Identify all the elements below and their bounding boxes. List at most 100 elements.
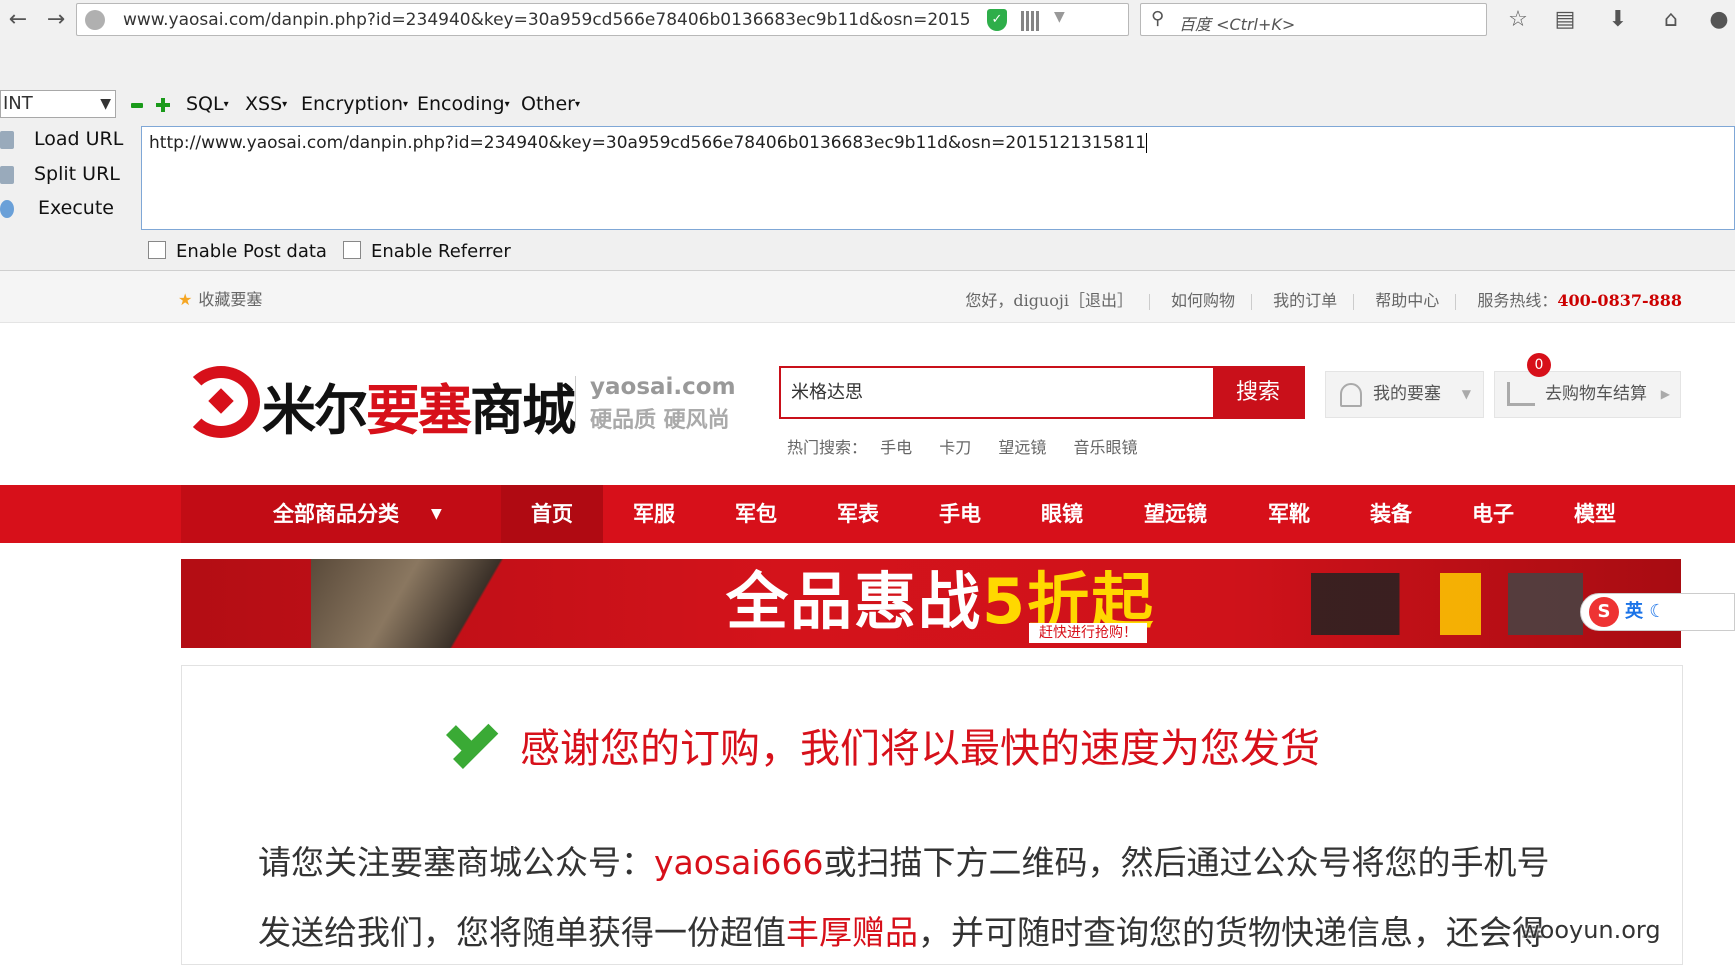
site-topbar: ★ 收藏要塞 您好，diguoji［退出］ 如何购物 我的订单 帮助中心 服务热线… (0, 271, 1735, 323)
back-icon[interactable]: ← (4, 6, 32, 34)
menu-sql[interactable]: SQL▾ (186, 93, 229, 115)
chevron-down-icon: ▼ (1461, 387, 1471, 401)
minus-icon[interactable] (131, 103, 143, 108)
menu-xss[interactable]: XSS▾ (245, 93, 287, 115)
hot-search-word[interactable]: 手电 (880, 438, 912, 457)
load-url-icon (0, 130, 14, 149)
download-icon[interactable]: ⬇ (1603, 5, 1633, 35)
checkbox-box[interactable] (148, 241, 166, 259)
promo-banner[interactable]: 全品惠战5折起 赶快进行抢购！ (181, 559, 1681, 648)
cart-label: 去购物车结算 (1545, 384, 1647, 404)
link-how-to-shop[interactable]: 如何购物 (1171, 291, 1235, 310)
chevron-down-icon: ▼ (431, 506, 442, 522)
watermark: wooyun.org (1520, 916, 1661, 944)
site-logo[interactable]: 米尔要塞商城 yaosai.com 硬品质 硬风尚 (182, 360, 742, 442)
split-url-icon (0, 165, 14, 184)
my-account-label: 我的要塞 (1373, 384, 1441, 404)
shield-icon[interactable]: ✓ (987, 9, 1007, 31)
greeting[interactable]: 您好，diguoji［退出］ (965, 291, 1133, 310)
category-nav: 全部商品分类 ▼ 首页 军服 军包 军表 手电 眼镜 望远镜 军靴 装备 电子 … (0, 485, 1735, 543)
logo-mark-icon (182, 366, 260, 438)
star-icon: ★ (178, 290, 193, 309)
banner-subtitle: 赶快进行抢购！ (1029, 623, 1147, 643)
logo-domain: yaosai.com (590, 374, 736, 400)
site-search-button[interactable]: 搜索 (1213, 368, 1303, 417)
ime-mode: 英 (1625, 601, 1643, 622)
logo-slogan: 硬品质 硬风尚 (590, 408, 730, 433)
chevron-right-icon: ▶ (1660, 387, 1670, 401)
cart-button[interactable]: 去购物车结算 ▶ (1494, 371, 1681, 418)
checkbox-box[interactable] (343, 241, 361, 259)
hackbar-type-select[interactable]: INT ▼ (0, 90, 116, 118)
thanks-message: 感谢您的订购，我们将以最快的速度为您发货 (520, 726, 1320, 772)
menu-other[interactable]: Other▾ (521, 93, 580, 115)
hot-searches: 热门搜索： 手电 卡刀 望远镜 音乐眼镜 (787, 434, 1137, 458)
order-thanks-panel: 感谢您的订购，我们将以最快的速度为您发货 请您关注要塞商城公众号：yaosai6… (181, 665, 1683, 965)
link-my-orders[interactable]: 我的订单 (1273, 291, 1337, 310)
nav-item[interactable]: 电子 (1442, 485, 1544, 543)
hackbar-panel: INT ▼ SQL▾ XSS▾ Encryption▾ Encoding▾ Ot… (0, 40, 1735, 271)
nav-item[interactable]: 望远镜 (1113, 485, 1238, 543)
nav-item[interactable]: 装备 (1340, 485, 1442, 543)
checkmark-icon (442, 721, 500, 761)
search-bar[interactable]: ⚲ 百度 <Ctrl+K> (1140, 3, 1487, 36)
sogou-icon: S (1589, 597, 1619, 627)
follow-paragraph-line1: 请您关注要塞商城公众号：yaosai666或扫描下方二维码，然后通过公众号将您的… (258, 843, 1550, 882)
my-account-button[interactable]: 我的要塞 ▼ (1325, 371, 1484, 418)
hot-search-label: 热门搜索： (787, 438, 868, 457)
cart-count-badge: 0 (1527, 353, 1551, 377)
follow-paragraph-line2: 发送给我们，您将随单获得一份超值丰厚赠品，并可随时查询您的货物快递信息，还会得 (258, 913, 1545, 952)
globe-icon (85, 10, 105, 30)
enable-referrer-checkbox[interactable]: Enable Referrer (343, 241, 511, 262)
bookmark-star-icon[interactable]: ☆ (1503, 5, 1533, 35)
nav-item[interactable]: 眼镜 (1011, 485, 1113, 543)
nav-item[interactable]: 军表 (807, 485, 909, 543)
top-links: 您好，diguoji［退出］ 如何购物 我的订单 帮助中心 服务热线：400-0… (965, 287, 1682, 311)
address-text[interactable]: www.yaosai.com/danpin.php?id=234940&key=… (123, 10, 1053, 30)
hackbar-url-textarea[interactable]: http://www.yaosai.com/danpin.php?id=2349… (141, 126, 1735, 230)
banner-soldier-image (311, 559, 531, 648)
load-url-button[interactable]: Load URL (0, 128, 123, 150)
enable-post-data-checkbox[interactable]: Enable Post data (148, 241, 327, 262)
site-search-input[interactable]: 米格达思 (781, 368, 1213, 417)
logo-text: 米尔要塞商城 (262, 379, 576, 442)
nav-item[interactable]: 手电 (909, 485, 1011, 543)
execute-icon (0, 199, 14, 218)
site-search-box: 米格达思 搜索 (779, 366, 1305, 419)
nav-item[interactable]: 模型 (1544, 485, 1646, 543)
all-categories-label: 全部商品分类 (273, 502, 399, 526)
hot-search-word[interactable]: 卡刀 (939, 438, 971, 457)
hotline-label: 服务热线： (1477, 291, 1558, 310)
ime-toolbar[interactable]: S英 ☾ (1580, 593, 1735, 631)
dropdown-icon[interactable]: ▼ (1054, 9, 1065, 25)
hot-search-word[interactable]: 音乐眼镜 (1073, 438, 1137, 457)
link-help-center[interactable]: 帮助中心 (1375, 291, 1439, 310)
home-icon[interactable]: ⌂ (1656, 5, 1686, 35)
split-url-button[interactable]: Split URL (0, 163, 120, 185)
all-categories-menu[interactable]: 全部商品分类 ▼ (181, 485, 501, 543)
qr-code-icon[interactable] (1021, 11, 1041, 31)
favorite-link[interactable]: ★ 收藏要塞 (178, 286, 262, 310)
search-placeholder: 百度 <Ctrl+K> (1179, 15, 1296, 34)
nav-item[interactable]: 军服 (603, 485, 705, 543)
bookmarks-list-icon[interactable]: ▤ (1550, 5, 1580, 35)
execute-button[interactable]: Execute (0, 197, 114, 219)
forward-icon[interactable]: → (42, 6, 70, 34)
menu-icon[interactable]: ● (1704, 5, 1734, 35)
cart-icon (1507, 382, 1535, 406)
chevron-down-icon: ▼ (100, 96, 111, 112)
nav-home[interactable]: 首页 (501, 485, 603, 543)
plus-icon[interactable] (156, 98, 170, 112)
hot-search-word[interactable]: 望远镜 (998, 438, 1046, 457)
address-bar[interactable]: www.yaosai.com/danpin.php?id=234940&key=… (76, 3, 1181, 36)
browser-toolbar: ← → www.yaosai.com/danpin.php?id=234940&… (0, 0, 1735, 40)
menu-encryption[interactable]: Encryption▾ (301, 93, 408, 115)
logo-divider (575, 376, 576, 428)
hotline-number: 400-0837-888 (1557, 291, 1682, 310)
user-icon (1340, 383, 1362, 407)
nav-item[interactable]: 军包 (705, 485, 807, 543)
hackbar-select-value: INT (3, 93, 33, 114)
search-icon: ⚲ (1151, 8, 1165, 29)
menu-encoding[interactable]: Encoding▾ (417, 93, 510, 115)
nav-item[interactable]: 军靴 (1238, 485, 1340, 543)
